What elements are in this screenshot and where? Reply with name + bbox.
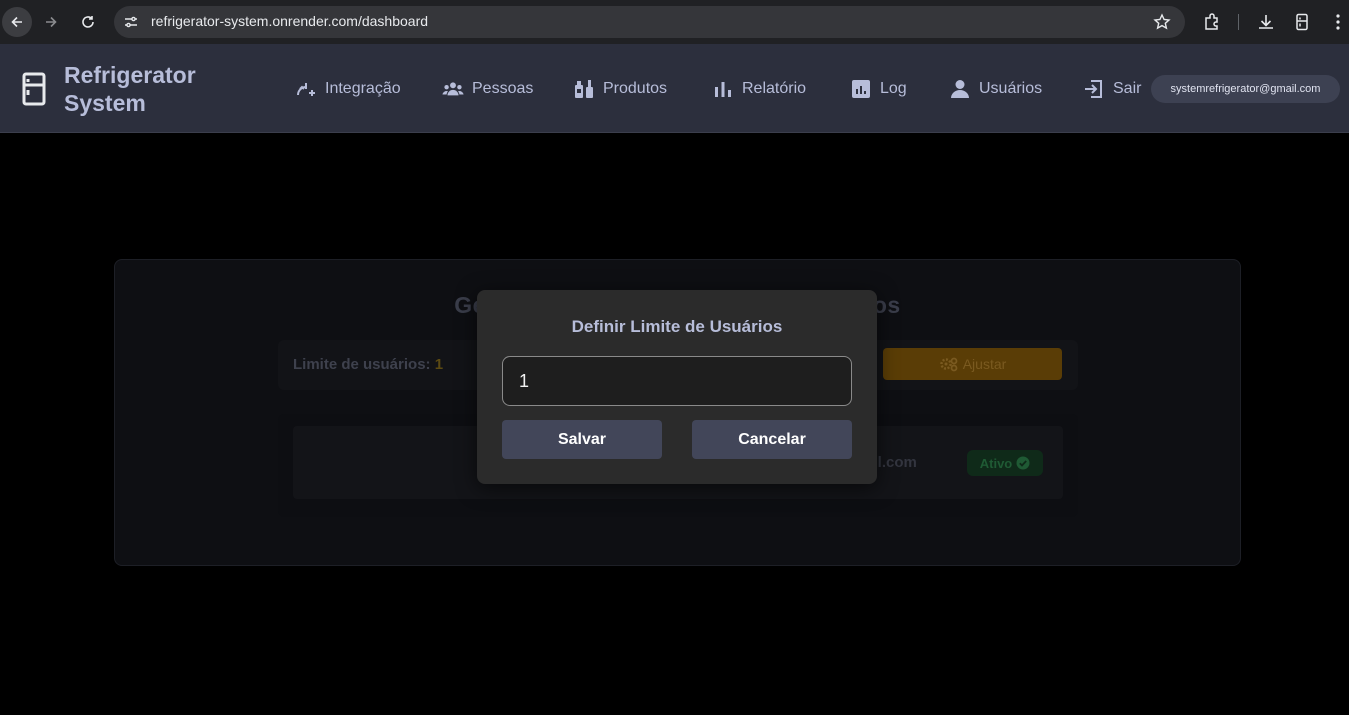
- url-text: refrigerator-system.onrender.com/dashboa…: [151, 13, 429, 29]
- site-info-icon[interactable]: [122, 13, 140, 31]
- products-icon: [575, 80, 593, 98]
- reload-button[interactable]: [73, 7, 103, 37]
- brand-title[interactable]: Refrigerator System: [64, 61, 234, 117]
- nav-label-integracao: Integração: [325, 80, 401, 97]
- nav-label-pessoas: Pessoas: [472, 80, 534, 97]
- status-badge: Ativo: [967, 450, 1043, 476]
- save-button[interactable]: Salvar: [502, 420, 662, 459]
- nav-label-produtos: Produtos: [603, 80, 668, 97]
- back-icon: [11, 16, 22, 28]
- nav-item-integracao[interactable]: Integração: [295, 78, 401, 100]
- user-limit-value: 1: [434, 356, 444, 373]
- nav-item-usuarios[interactable]: Usuários: [949, 78, 1042, 100]
- browser-toolbar: refrigerator-system.onrender.com/dashboa…: [0, 0, 1349, 44]
- nav-label-log: Log: [880, 80, 907, 97]
- nav-label-usuarios: Usuários: [979, 80, 1043, 97]
- log-icon: [852, 80, 870, 98]
- brand-title-line1: Refrigerator: [64, 62, 196, 88]
- user-icon: [951, 80, 969, 98]
- menu-dots-icon[interactable]: [1328, 12, 1348, 32]
- nav-label-relatorio: Relatório: [742, 80, 807, 97]
- user-limit-dialog: Definir Limite de Usuários Salvar Cancel…: [477, 290, 877, 484]
- report-icon: [715, 82, 731, 97]
- nav-item-relatorio[interactable]: Relatório: [712, 78, 806, 100]
- user-limit-text: Limite de usuários:: [293, 356, 435, 373]
- nav-item-pessoas[interactable]: Pessoas: [442, 78, 533, 100]
- address-bar[interactable]: refrigerator-system.onrender.com/dashboa…: [114, 6, 1185, 38]
- app-header: Refrigerator System Integração Pessoas P…: [0, 44, 1349, 133]
- adjust-button-label: Ajustar: [962, 356, 1007, 372]
- back-button[interactable]: [2, 7, 32, 37]
- toolbar-divider: [1238, 14, 1239, 30]
- reload-icon: [82, 16, 94, 28]
- status-badge-label: Ativo: [979, 455, 1013, 471]
- nav-item-log[interactable]: Log: [850, 78, 907, 100]
- logout-icon: [1085, 80, 1102, 98]
- gears-icon: [939, 357, 958, 372]
- refrigerator-icon: [22, 72, 46, 106]
- dialog-title: Definir Limite de Usuários: [571, 317, 783, 336]
- check-circle-icon: [1016, 456, 1030, 470]
- adjust-button[interactable]: Ajustar: [883, 348, 1062, 380]
- user-limit-label: Limite de usuários: 1: [293, 356, 443, 373]
- nav-item-sair[interactable]: Sair: [1083, 78, 1141, 100]
- extensions-icon[interactable]: [1202, 12, 1222, 32]
- nav-label-sair: Sair: [1113, 80, 1142, 97]
- bookmark-star-icon[interactable]: [1153, 13, 1171, 31]
- integration-icon: [297, 83, 315, 96]
- cancel-button[interactable]: Cancelar: [692, 420, 852, 459]
- user-limit-input[interactable]: [502, 356, 852, 406]
- people-icon: [442, 82, 464, 96]
- forward-icon: [46, 16, 57, 28]
- user-email-badge[interactable]: systemrefrigerator@gmail.com: [1151, 75, 1340, 103]
- device-icon[interactable]: [1292, 12, 1312, 32]
- brand-title-line2: System: [64, 90, 146, 116]
- forward-button[interactable]: [36, 7, 66, 37]
- download-icon[interactable]: [1256, 12, 1276, 32]
- nav-item-produtos[interactable]: Produtos: [573, 78, 667, 100]
